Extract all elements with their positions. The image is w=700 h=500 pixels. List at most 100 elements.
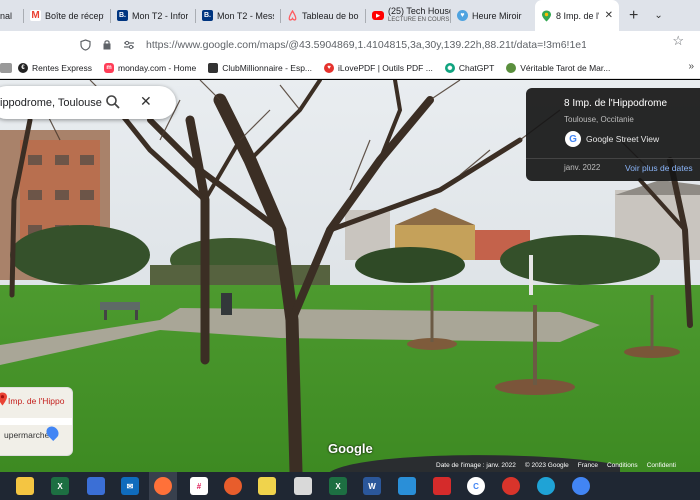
- store-icon[interactable]: [398, 477, 416, 495]
- airbnb-icon: [287, 10, 298, 21]
- notes-icon[interactable]: [258, 477, 276, 495]
- bookmark-label: iLovePDF | Outils PDF ...: [338, 63, 433, 73]
- terms-link[interactable]: Conditions: [607, 462, 638, 472]
- mini-map-place-label: Imp. de l'Hippo: [8, 396, 65, 406]
- bookmark-label: ChatGPT: [458, 63, 495, 73]
- google-g-icon: G: [565, 131, 581, 147]
- url-text[interactable]: https://www.google.com/maps/@43.5904869,…: [146, 39, 586, 51]
- map-road: [0, 418, 72, 425]
- maps-icon: [541, 10, 552, 21]
- tab-strip: nal M Boîte de récept B. Mon T2 - Infor …: [0, 0, 700, 31]
- tab-label: Heure Miroir: [472, 10, 522, 21]
- excel-online-icon[interactable]: X: [51, 477, 69, 495]
- red-pin-icon: [0, 392, 8, 406]
- address-locality: Toulouse, Occitanie: [564, 115, 634, 124]
- file-explorer-icon[interactable]: [16, 477, 34, 495]
- bookmark-label: Véritable Tarot de Mar...: [520, 63, 611, 73]
- map-footer: Date de l'image : janv. 2022 © 2023 Goog…: [436, 462, 700, 472]
- lock-icon: [100, 38, 114, 52]
- record-icon[interactable]: [502, 477, 520, 495]
- gmail-icon: M: [30, 10, 41, 21]
- url-field[interactable]: https://www.google.com/maps/@43.5904869,…: [70, 34, 610, 55]
- monday-icon: m: [104, 63, 114, 73]
- divider: [526, 158, 700, 159]
- tab-heure-miroir[interactable]: ♥ Heure Miroir: [451, 0, 535, 31]
- capture-date: janv. 2022: [564, 163, 601, 172]
- search-box[interactable]: ippodrome, Toulouse ✕: [0, 86, 176, 119]
- leaf-icon: [506, 63, 517, 73]
- booking-icon: B.: [202, 10, 213, 21]
- tab-label: (25) Tech House: [388, 6, 450, 16]
- google-logo: Google: [328, 441, 373, 456]
- tab-label: Boîte de récept: [45, 10, 104, 21]
- cube-icon[interactable]: [294, 477, 312, 495]
- double-chevron-right-icon[interactable]: »: [688, 61, 694, 72]
- tab-label: 8 Imp. de l'Hi: [556, 10, 599, 21]
- circle-logo-icon: €: [18, 63, 28, 73]
- street-view-info-panel: 8 Imp. de l'Hippodrome Toulouse, Occitan…: [526, 88, 700, 181]
- mini-map-poi-label: upermarché: [4, 430, 50, 440]
- close-icon[interactable]: ✕: [140, 93, 152, 110]
- close-tab-icon[interactable]: ✕: [605, 10, 613, 21]
- mail-icon[interactable]: ✉: [121, 477, 139, 495]
- tab-booking-messages[interactable]: B. Mon T2 - Mess: [196, 0, 280, 31]
- search-query[interactable]: ippodrome, Toulouse: [0, 97, 110, 109]
- mini-map[interactable]: Imp. de l'Hippo upermarché: [0, 387, 73, 456]
- copyright-label: © 2023 Google: [524, 462, 569, 469]
- user-app-icon[interactable]: [87, 477, 105, 495]
- privacy-link[interactable]: Confidenti: [647, 462, 676, 472]
- tab-maps-active[interactable]: 8 Imp. de l'Hi ✕: [535, 0, 619, 31]
- edge-icon[interactable]: [537, 477, 555, 495]
- slack-icon[interactable]: #: [190, 477, 208, 495]
- address-bar: https://www.google.com/maps/@43.5904869,…: [0, 31, 700, 58]
- bookmark-tarot[interactable]: Véritable Tarot de Mar...: [506, 63, 610, 73]
- tool-icon[interactable]: [224, 477, 242, 495]
- tab-playing-label: LECTURE EN COURS: [388, 16, 450, 23]
- taskbar: X ✉ # X W C: [0, 472, 700, 500]
- tab-booking-infos[interactable]: B. Mon T2 - Infor: [111, 0, 195, 31]
- tab-label: Mon T2 - Mess: [217, 10, 274, 21]
- bookmark-chatgpt[interactable]: ✺ ChatGPT: [444, 63, 495, 73]
- word-icon[interactable]: W: [363, 477, 381, 495]
- tab-gmail[interactable]: M Boîte de récept: [24, 0, 110, 31]
- bookmark-rentes-express[interactable]: € Rentes Express: [18, 63, 92, 73]
- folder-icon[interactable]: [0, 63, 12, 73]
- address-title: 8 Imp. de l'Hippodrome: [564, 98, 668, 109]
- see-more-dates-link[interactable]: Voir plus de dates: [625, 163, 693, 173]
- street-view-panorama[interactable]: ippodrome, Toulouse ✕ 8 Imp. de l'Hippod…: [0, 80, 700, 472]
- bookmark-star-icon[interactable]: ☆: [672, 33, 684, 49]
- search-icon[interactable]: [105, 94, 121, 110]
- new-tab-button[interactable]: +: [629, 7, 638, 25]
- excel-icon[interactable]: X: [329, 477, 347, 495]
- tab-airbnb[interactable]: Tableau de bor: [281, 0, 365, 31]
- chevron-down-icon[interactable]: ⌄: [654, 10, 662, 21]
- bookmarks-bar: € Rentes Express m monday.com - Home Clu…: [0, 58, 700, 79]
- heart-icon: ♥: [324, 63, 335, 73]
- imagery-source: Google Street View: [586, 134, 660, 144]
- bookmark-ilovepdf[interactable]: ♥ iLovePDF | Outils PDF ...: [324, 63, 433, 73]
- bookmark-label: monday.com - Home: [118, 63, 197, 73]
- country-label[interactable]: France: [578, 462, 598, 472]
- page-icon: [208, 63, 219, 73]
- bookmark-monday[interactable]: m monday.com - Home: [104, 63, 196, 73]
- chatgpt-icon: ✺: [444, 63, 455, 73]
- tab-label: Tableau de bor: [302, 10, 359, 21]
- tab-0[interactable]: nal: [0, 0, 23, 31]
- tab-label: Mon T2 - Infor: [132, 10, 189, 21]
- firefox-icon[interactable]: [154, 477, 172, 495]
- chrome-g-icon[interactable]: C: [467, 477, 485, 495]
- booking-icon: B.: [117, 10, 128, 21]
- app-red-icon[interactable]: [433, 477, 451, 495]
- youtube-icon: ▶: [372, 11, 384, 20]
- tab-label-group: (25) Tech House LECTURE EN COURS: [388, 7, 450, 25]
- screen: nal M Boîte de récept B. Mon T2 - Infor …: [0, 0, 700, 500]
- shield-icon: [78, 38, 92, 52]
- tab-youtube[interactable]: ▶ (25) Tech House LECTURE EN COURS: [366, 0, 450, 31]
- tab-label: nal: [0, 10, 13, 21]
- chrome-icon[interactable]: [572, 477, 590, 495]
- bookmark-clubmillionnaire[interactable]: ClubMillionnaire - Esp...: [208, 63, 312, 73]
- bookmark-label: ClubMillionnaire - Esp...: [222, 63, 313, 73]
- image-date-label: Date de l'image : janv. 2022: [436, 462, 516, 469]
- bookmark-label: Rentes Express: [32, 63, 92, 73]
- page-settings-icon[interactable]: [122, 38, 136, 52]
